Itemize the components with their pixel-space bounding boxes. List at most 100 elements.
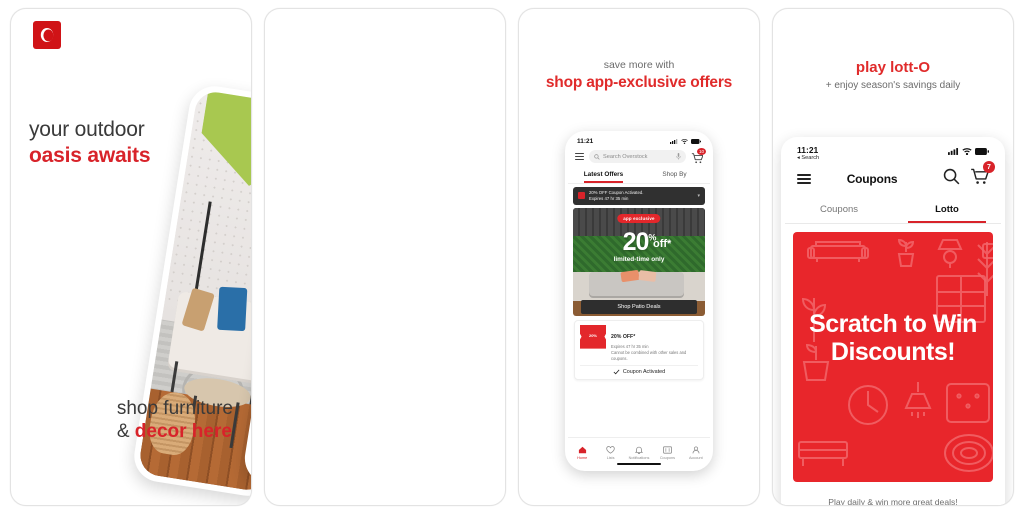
ticket-line-1: 20% <box>588 333 597 339</box>
footer-line-1: shop furniture <box>116 397 233 419</box>
back-to-search-link[interactable]: ◂ Search <box>797 155 819 161</box>
status-icons-4 <box>948 146 989 155</box>
cart-badge: 7 <box>983 161 995 174</box>
tab-shop-by[interactable]: Shop By <box>639 167 710 183</box>
search-icon <box>943 168 960 185</box>
shop-patio-deals-button[interactable]: Shop Patio Deals <box>580 299 698 314</box>
person-icon <box>692 446 700 454</box>
tab-coupons[interactable]: Coupons <box>785 198 893 223</box>
pendant-light-icon <box>904 382 932 419</box>
caption-small: save more with <box>603 59 675 71</box>
panel4-caption: play lott-O + enjoy season's savings dai… <box>773 59 1013 91</box>
chevron-down-icon[interactable]: ▾ <box>697 193 700 199</box>
nav-label-coupons: Coupons <box>659 456 676 460</box>
scratch-to-win-card[interactable]: Scratch to Win Discounts! <box>793 232 993 483</box>
coupon-ticket-graphic: 20% <box>580 324 606 349</box>
search-button[interactable] <box>943 168 960 190</box>
play-daily-footer: Play daily & win more great deals! <box>828 497 958 506</box>
caption-play-lotto: play lott-O <box>855 59 931 76</box>
cellular-icon <box>948 148 959 155</box>
bell-icon <box>635 446 644 454</box>
wifi-icon <box>681 139 688 144</box>
nav-label-home: Home <box>577 456 588 460</box>
heart-icon <box>606 446 615 454</box>
hero-percent-number: 20 <box>622 227 650 256</box>
hamburger-icon[interactable] <box>575 153 584 160</box>
nav-item-account[interactable]: Account <box>682 438 710 468</box>
coupon-bar-line-1: 20% OFF Coupon Activated. <box>589 190 644 195</box>
phone-screen-offers: 11:21 Search Overstock 10 Latest Offers … <box>568 134 710 468</box>
scratch-headline-line-2: Discounts! <box>830 338 956 367</box>
coupon-card-terms: Cannot be combined with other sales and … <box>611 350 687 361</box>
lamp-icon <box>937 239 963 269</box>
lotto-tabs: Coupons Lotto <box>785 198 1001 225</box>
panel3-caption: save more with shop app-exclusive offers <box>519 59 759 92</box>
footer-ampersand: & <box>116 420 135 442</box>
hero-off-label: off* <box>653 237 672 250</box>
tab-latest-offers[interactable]: Latest Offers <box>568 167 639 183</box>
screenshot-panel-1[interactable]: your outdoor oasis awaits shop furniture… <box>10 8 252 506</box>
battery-icon <box>975 148 989 155</box>
mug-icon <box>982 243 993 260</box>
nav-label-lists: Lists <box>606 456 615 460</box>
back-label: Search <box>801 155 820 162</box>
rug-icon <box>944 434 993 473</box>
sofa-icon <box>807 241 869 263</box>
screenshot-panel-3[interactable]: save more with shop app-exclusive offers… <box>518 8 760 506</box>
coupon-activated-label: Coupon Activated <box>622 369 666 376</box>
wifi-icon <box>962 148 972 155</box>
status-bar: 11:21 <box>568 134 710 147</box>
caption-big: shop app-exclusive offers <box>545 74 733 91</box>
app-exclusive-badge: app exclusive <box>617 213 661 223</box>
nav-label-notifications: Notifications <box>628 456 650 460</box>
coupon-icon <box>663 446 672 454</box>
microphone-icon[interactable] <box>676 153 681 160</box>
blue-pillow <box>216 286 248 331</box>
coupon-card-expires: Expires 47 hr 35 min <box>611 343 649 349</box>
cart-button[interactable]: 10 <box>691 147 706 163</box>
screenshot-panel-4[interactable]: play lott-O + enjoy season's savings dai… <box>772 8 1014 506</box>
app-bar-4: Coupons 7 <box>785 161 1001 198</box>
coupon-activated-bar[interactable]: 20% OFF Coupon Activated. Expires 47 hr … <box>573 187 705 205</box>
coupon-bar-text: 20% OFF Coupon Activated. Expires 47 hr … <box>589 190 693 202</box>
home-icon <box>578 446 586 454</box>
cellular-icon <box>670 139 678 144</box>
nav-label-account: Account <box>688 456 703 460</box>
hamburger-icon[interactable] <box>797 173 811 184</box>
status-left: 11:21 ◂ Search <box>797 145 819 161</box>
overstock-o-logo <box>33 21 61 49</box>
phone-device-offers: 11:21 Search Overstock 10 Latest Offers … <box>565 131 713 471</box>
coupon-card-text: 20% OFF* Expires 47 hr 35 min Cannot be … <box>611 325 698 362</box>
footer-line-2: & decor here <box>117 420 233 443</box>
hero-percent: 20% <box>622 227 657 257</box>
search-icon <box>594 153 600 160</box>
screenshot-panel-2[interactable] <box>264 8 506 506</box>
home-indicator <box>617 463 661 465</box>
status-icons <box>670 139 701 144</box>
bench-icon <box>798 441 848 467</box>
hero-promo-banner[interactable]: app exclusive 20% off* limited-time only… <box>573 207 705 316</box>
status-time: 11:21 <box>577 138 594 145</box>
cart-button[interactable]: 7 <box>970 161 995 190</box>
search-placeholder-text: Search Overstock <box>603 153 648 160</box>
coupon-ticket-icon <box>578 192 585 200</box>
clock-icon <box>848 385 888 426</box>
caption-sub: + enjoy season's savings daily <box>825 80 961 91</box>
coupon-activated-row: Coupon Activated <box>580 365 698 375</box>
panel1-footer-text: shop furniture & decor here <box>117 397 233 443</box>
headline-line-1: your outdoor <box>29 118 145 141</box>
battery-icon <box>691 139 701 144</box>
coupon-card-title: 20% OFF* <box>611 333 636 340</box>
page-title: Coupons <box>846 171 898 186</box>
search-input[interactable]: Search Overstock <box>589 150 686 163</box>
nav-item-home[interactable]: Home <box>568 438 596 468</box>
scratch-headline-line-1: Scratch to Win <box>809 310 977 339</box>
coupon-bar-line-2: Expires 47 hr 35 min <box>589 195 629 201</box>
coupon-card[interactable]: 20% 20% OFF* Expires 47 hr 35 min Cannot… <box>574 319 704 381</box>
tab-lotto[interactable]: Lotto <box>893 198 1001 224</box>
phone-device-lotto: 11:21 ◂ Search Coupons 7 Coupons Lotto S… <box>781 137 1005 506</box>
phone-screen-lotto: 11:21 ◂ Search Coupons 7 Coupons Lotto S… <box>785 141 1001 506</box>
status-time-4: 11:21 <box>797 145 819 155</box>
status-bar-4: 11:21 ◂ Search <box>785 141 1001 161</box>
hero-limited-label: limited-time only <box>613 255 665 263</box>
